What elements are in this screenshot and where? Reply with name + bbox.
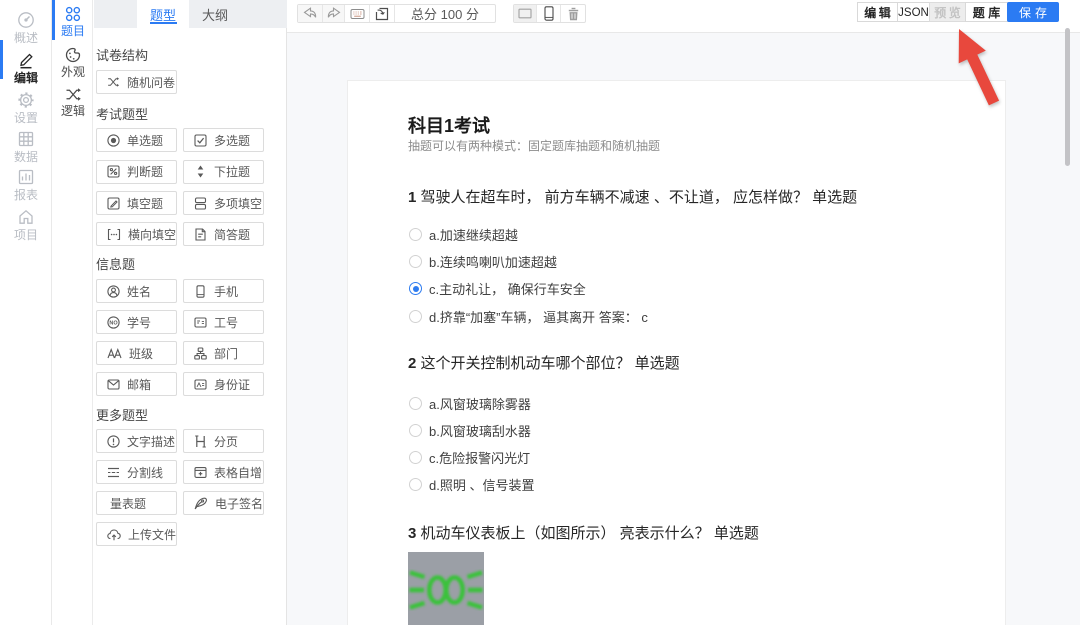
svg-text:NO: NO [109, 320, 118, 326]
